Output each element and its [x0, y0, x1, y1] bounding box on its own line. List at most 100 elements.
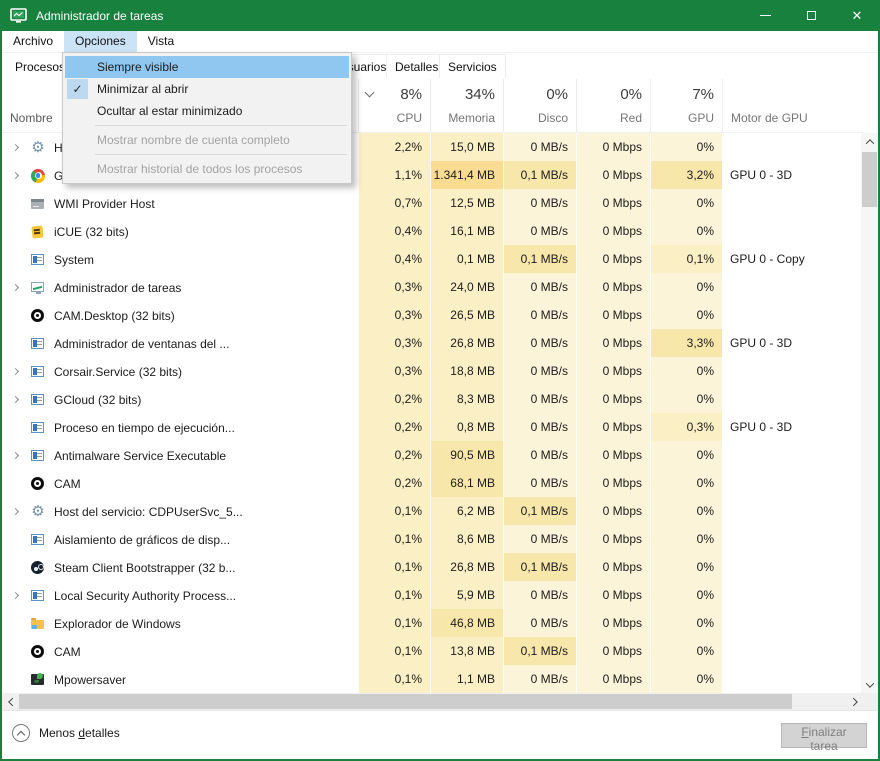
- gpu-engine-header-label: Motor de GPU: [731, 111, 808, 125]
- menu-item-ocultar-al-estar-minimizado[interactable]: Ocultar al estar minimizado: [65, 100, 349, 122]
- net-cell: 0 Mbps: [576, 329, 650, 358]
- process-row[interactable]: CAM 0,1% 13,8 MB 0,1 MB/s 0 Mbps 0%: [2, 637, 863, 666]
- scroll-down-button[interactable]: [861, 676, 878, 693]
- process-row[interactable]: CAM 0,2% 68,1 MB 0 MB/s 0 Mbps 0%: [2, 469, 863, 498]
- net-cell: 0 Mbps: [576, 217, 650, 246]
- disk-cell: 0,1 MB/s: [503, 245, 576, 274]
- process-row[interactable]: Antimalware Service Executable 0,2% 90,5 M…: [2, 441, 863, 470]
- process-name-cell: Mpowersaver: [2, 665, 358, 694]
- folder-icon: [30, 616, 46, 632]
- chevron-right-icon: [848, 697, 858, 706]
- process-row[interactable]: Corsair.Service (32 bits) 0,3% 18,8 MB 0 MB…: [2, 357, 863, 386]
- caption-buttons: ✕: [742, 0, 878, 31]
- process-row[interactable]: WMI Provider Host 0,7% 12,5 MB 0 MB/s 0 Mbps…: [2, 189, 863, 218]
- gpu-engine-cell: [722, 469, 863, 498]
- process-row[interactable]: ⚙ Host del servicio: CDPUserSvc_5... 0,1% 6…: [2, 497, 863, 526]
- cpu-column-header[interactable]: 8% CPU: [358, 79, 430, 132]
- cpu-cell: 1,1%: [358, 161, 430, 190]
- window-icon: [30, 252, 46, 268]
- cam-icon: [30, 644, 46, 660]
- net-cell: 0 Mbps: [576, 665, 650, 694]
- mem-cell: 46,8 MB: [430, 609, 503, 638]
- process-row[interactable]: Steam Client Bootstrapper (32 b... 0,1% 26…: [2, 553, 863, 582]
- process-row[interactable]: Administrador de ventanas del ... 0,3% 26,…: [2, 329, 863, 358]
- menubar-item-opciones[interactable]: Opciones: [64, 31, 137, 52]
- menu-item-mostrar-historial-de-todos-los-procesos[interactable]: Mostrar historial de todos los procesos: [65, 158, 349, 180]
- cam-icon: [30, 476, 46, 492]
- horizontal-scrollbar[interactable]: [2, 693, 878, 710]
- close-button[interactable]: ✕: [834, 0, 878, 31]
- expand-arrow[interactable]: [8, 143, 22, 152]
- tab-servicios[interactable]: Servicios: [439, 54, 506, 78]
- window-title: Administrador de tareas: [36, 8, 164, 23]
- expand-arrow[interactable]: [8, 283, 22, 292]
- gpu-total-usage: 7%: [692, 86, 714, 103]
- process-row[interactable]: Explorador de Windows 0,1% 46,8 MB 0 MB/s 0 …: [2, 609, 863, 638]
- expand-arrow[interactable]: [8, 367, 22, 376]
- maximize-button[interactable]: [788, 0, 834, 31]
- process-row[interactable]: Proceso en tiempo de ejecución... 0,2% 0,8…: [2, 413, 863, 442]
- gpu-column-header[interactable]: 7% GPU: [650, 79, 722, 132]
- mpower-icon: [30, 672, 46, 688]
- vertical-scrollbar[interactable]: [861, 133, 878, 693]
- process-name-cell: Proceso en tiempo de ejecución...: [2, 413, 358, 442]
- vertical-scrollbar-thumb[interactable]: [862, 152, 877, 207]
- disk-cell: 0 MB/s: [503, 189, 576, 218]
- disk-cell: 0 MB/s: [503, 441, 576, 470]
- expand-arrow[interactable]: [8, 171, 22, 180]
- gpu-engine-cell: [722, 301, 863, 330]
- memoria-column-header[interactable]: 34% Memoria: [430, 79, 503, 132]
- scroll-right-button[interactable]: [846, 693, 863, 710]
- net-cell: 0 Mbps: [576, 189, 650, 218]
- gpu-cell: 0%: [650, 385, 722, 414]
- scroll-left-button[interactable]: [2, 693, 19, 710]
- process-row[interactable]: GCloud (32 bits) 0,2% 8,3 MB 0 MB/s 0 Mbps 0%: [2, 385, 863, 414]
- fewer-details-toggle[interactable]: Menos detalles: [12, 724, 120, 742]
- process-row[interactable]: Administrador de tareas 0,3% 24,0 MB 0 MB/s…: [2, 273, 863, 302]
- expand-arrow[interactable]: [8, 451, 22, 460]
- gear-icon: ⚙: [31, 502, 45, 520]
- net-cell: 0 Mbps: [576, 273, 650, 302]
- mem-cell: 6,2 MB: [430, 497, 503, 526]
- cpu-header-label: CPU: [396, 111, 422, 125]
- expand-arrow[interactable]: [8, 395, 22, 404]
- disk-cell: 0 MB/s: [503, 357, 576, 386]
- menu-item-mostrar-nombre-de-cuenta-completo[interactable]: Mostrar nombre de cuenta completo: [65, 129, 349, 151]
- end-task-button[interactable]: Finalizar tarea: [781, 723, 867, 753]
- menubar-item-vista[interactable]: Vista: [137, 31, 185, 52]
- chevron-right-icon: [11, 451, 19, 460]
- window-icon: [30, 364, 46, 380]
- minimize-button[interactable]: [742, 0, 788, 31]
- chevron-up-circle-icon: [12, 724, 30, 742]
- window-icon: [30, 392, 46, 408]
- process-row[interactable]: Aislamiento de gráficos de disp... 0,1% 8,…: [2, 525, 863, 554]
- gpu-cell: 0%: [650, 469, 722, 498]
- net-cell: 0 Mbps: [576, 525, 650, 554]
- menubar-item-archivo[interactable]: Archivo: [2, 31, 64, 52]
- horizontal-scrollbar-thumb[interactable]: [19, 694, 792, 709]
- window-icon: [30, 588, 46, 604]
- process-row[interactable]: System 0,4% 0,1 MB 0,1 MB/s 0 Mbps 0,1% GPU 0 …: [2, 245, 863, 274]
- process-name-cell: iCUE (32 bits): [2, 217, 358, 246]
- net-cell: 0 Mbps: [576, 441, 650, 470]
- menu-item-minimizar-al-abrir[interactable]: ✓ Minimizar al abrir: [65, 78, 349, 100]
- menu-item-siempre-visible[interactable]: Siempre visible: [65, 56, 349, 78]
- expand-arrow[interactable]: [8, 591, 22, 600]
- chrome-icon: [30, 168, 46, 184]
- process-row[interactable]: iCUE (32 bits) 0,4% 16,1 MB 0 MB/s 0 Mbps 0%: [2, 217, 863, 246]
- process-row[interactable]: Mpowersaver 0,1% 1,1 MB 0 MB/s 0 Mbps 0%: [2, 665, 863, 694]
- red-column-header[interactable]: 0% Red: [576, 79, 650, 132]
- process-row[interactable]: CAM.Desktop (32 bits) 0,3% 26,5 MB 0 MB/s 0 …: [2, 301, 863, 330]
- disco-column-header[interactable]: 0% Disco: [503, 79, 576, 132]
- disk-cell: 0 MB/s: [503, 665, 576, 694]
- menu-item-label: Minimizar al abrir: [97, 82, 189, 96]
- expand-arrow[interactable]: [8, 507, 22, 516]
- chevron-right-icon: [11, 143, 19, 152]
- gpu-engine-cell: [722, 189, 863, 218]
- process-row[interactable]: Local Security Authority Process... 0,1% 5…: [2, 581, 863, 610]
- disco-total-usage: 0%: [546, 86, 568, 103]
- scroll-up-button[interactable]: [861, 133, 878, 150]
- device-icon: [30, 196, 46, 212]
- gpu-cell: 0%: [650, 497, 722, 526]
- gpu-engine-column-header[interactable]: Motor de GPU: [722, 79, 863, 132]
